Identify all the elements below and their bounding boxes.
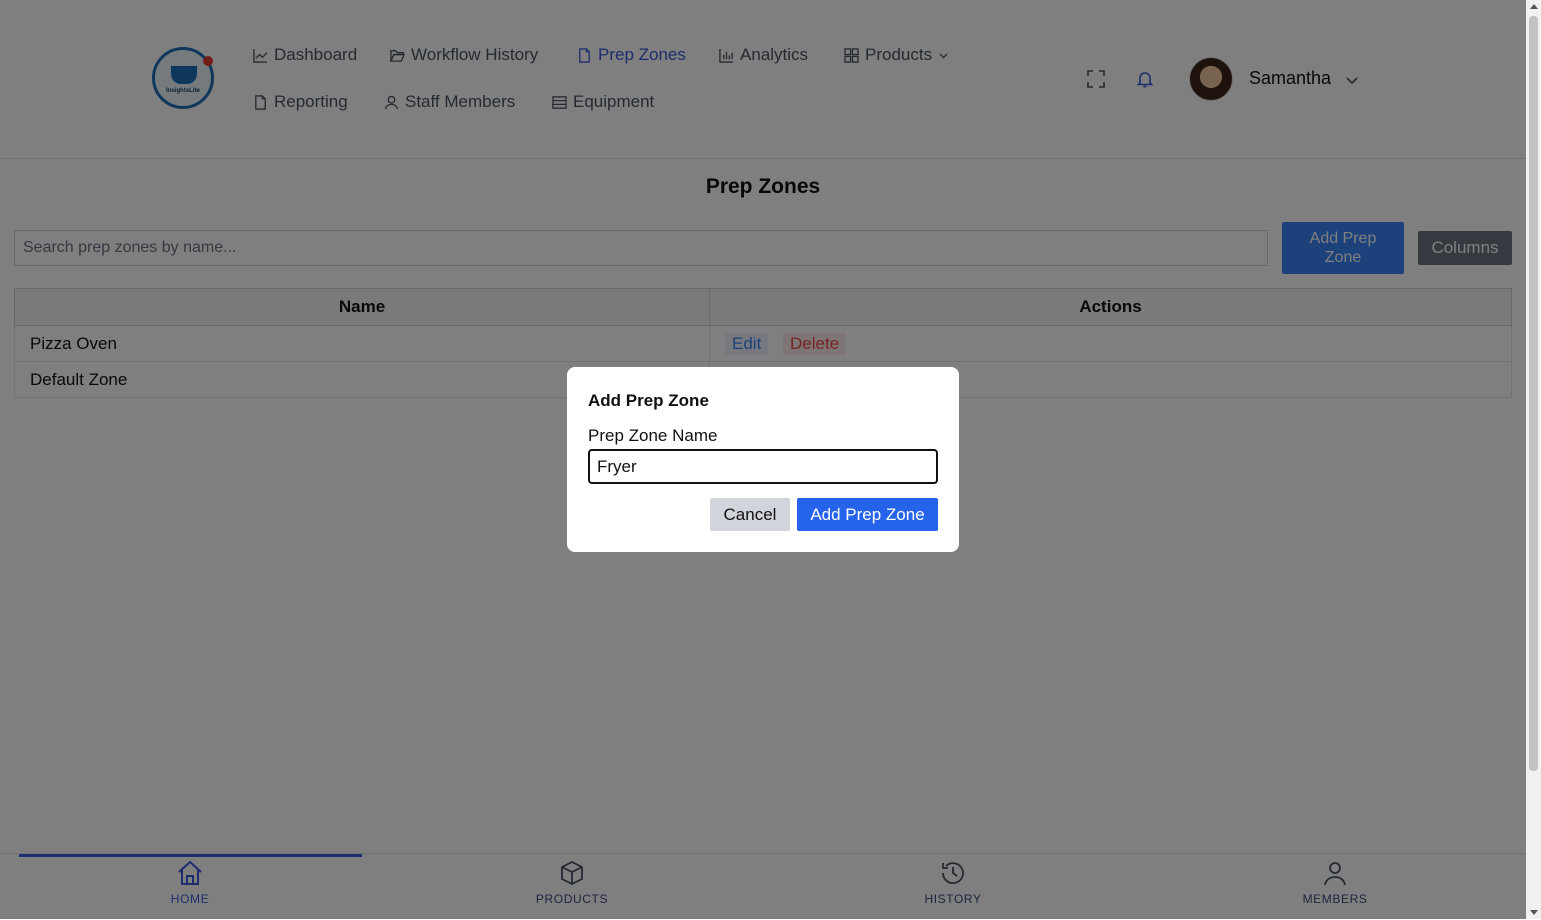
- scroll-up-arrow[interactable]: [1530, 4, 1538, 9]
- app: InsightsLite Dashboard Workflow History …: [0, 0, 1526, 920]
- prep-zone-name-label: Prep Zone Name: [588, 426, 718, 445]
- modal-title: Add Prep Zone: [588, 391, 709, 410]
- scrollbar[interactable]: [1526, 0, 1541, 919]
- prep-zone-name-input[interactable]: [588, 449, 938, 484]
- submit-add-prep-zone-button[interactable]: Add Prep Zone: [797, 498, 938, 531]
- cancel-button[interactable]: Cancel: [710, 498, 790, 531]
- add-prep-zone-modal: Add Prep Zone Prep Zone Name Cancel Add …: [567, 367, 959, 552]
- scroll-down-arrow[interactable]: [1530, 910, 1538, 915]
- scrollbar-thumb[interactable]: [1529, 16, 1538, 771]
